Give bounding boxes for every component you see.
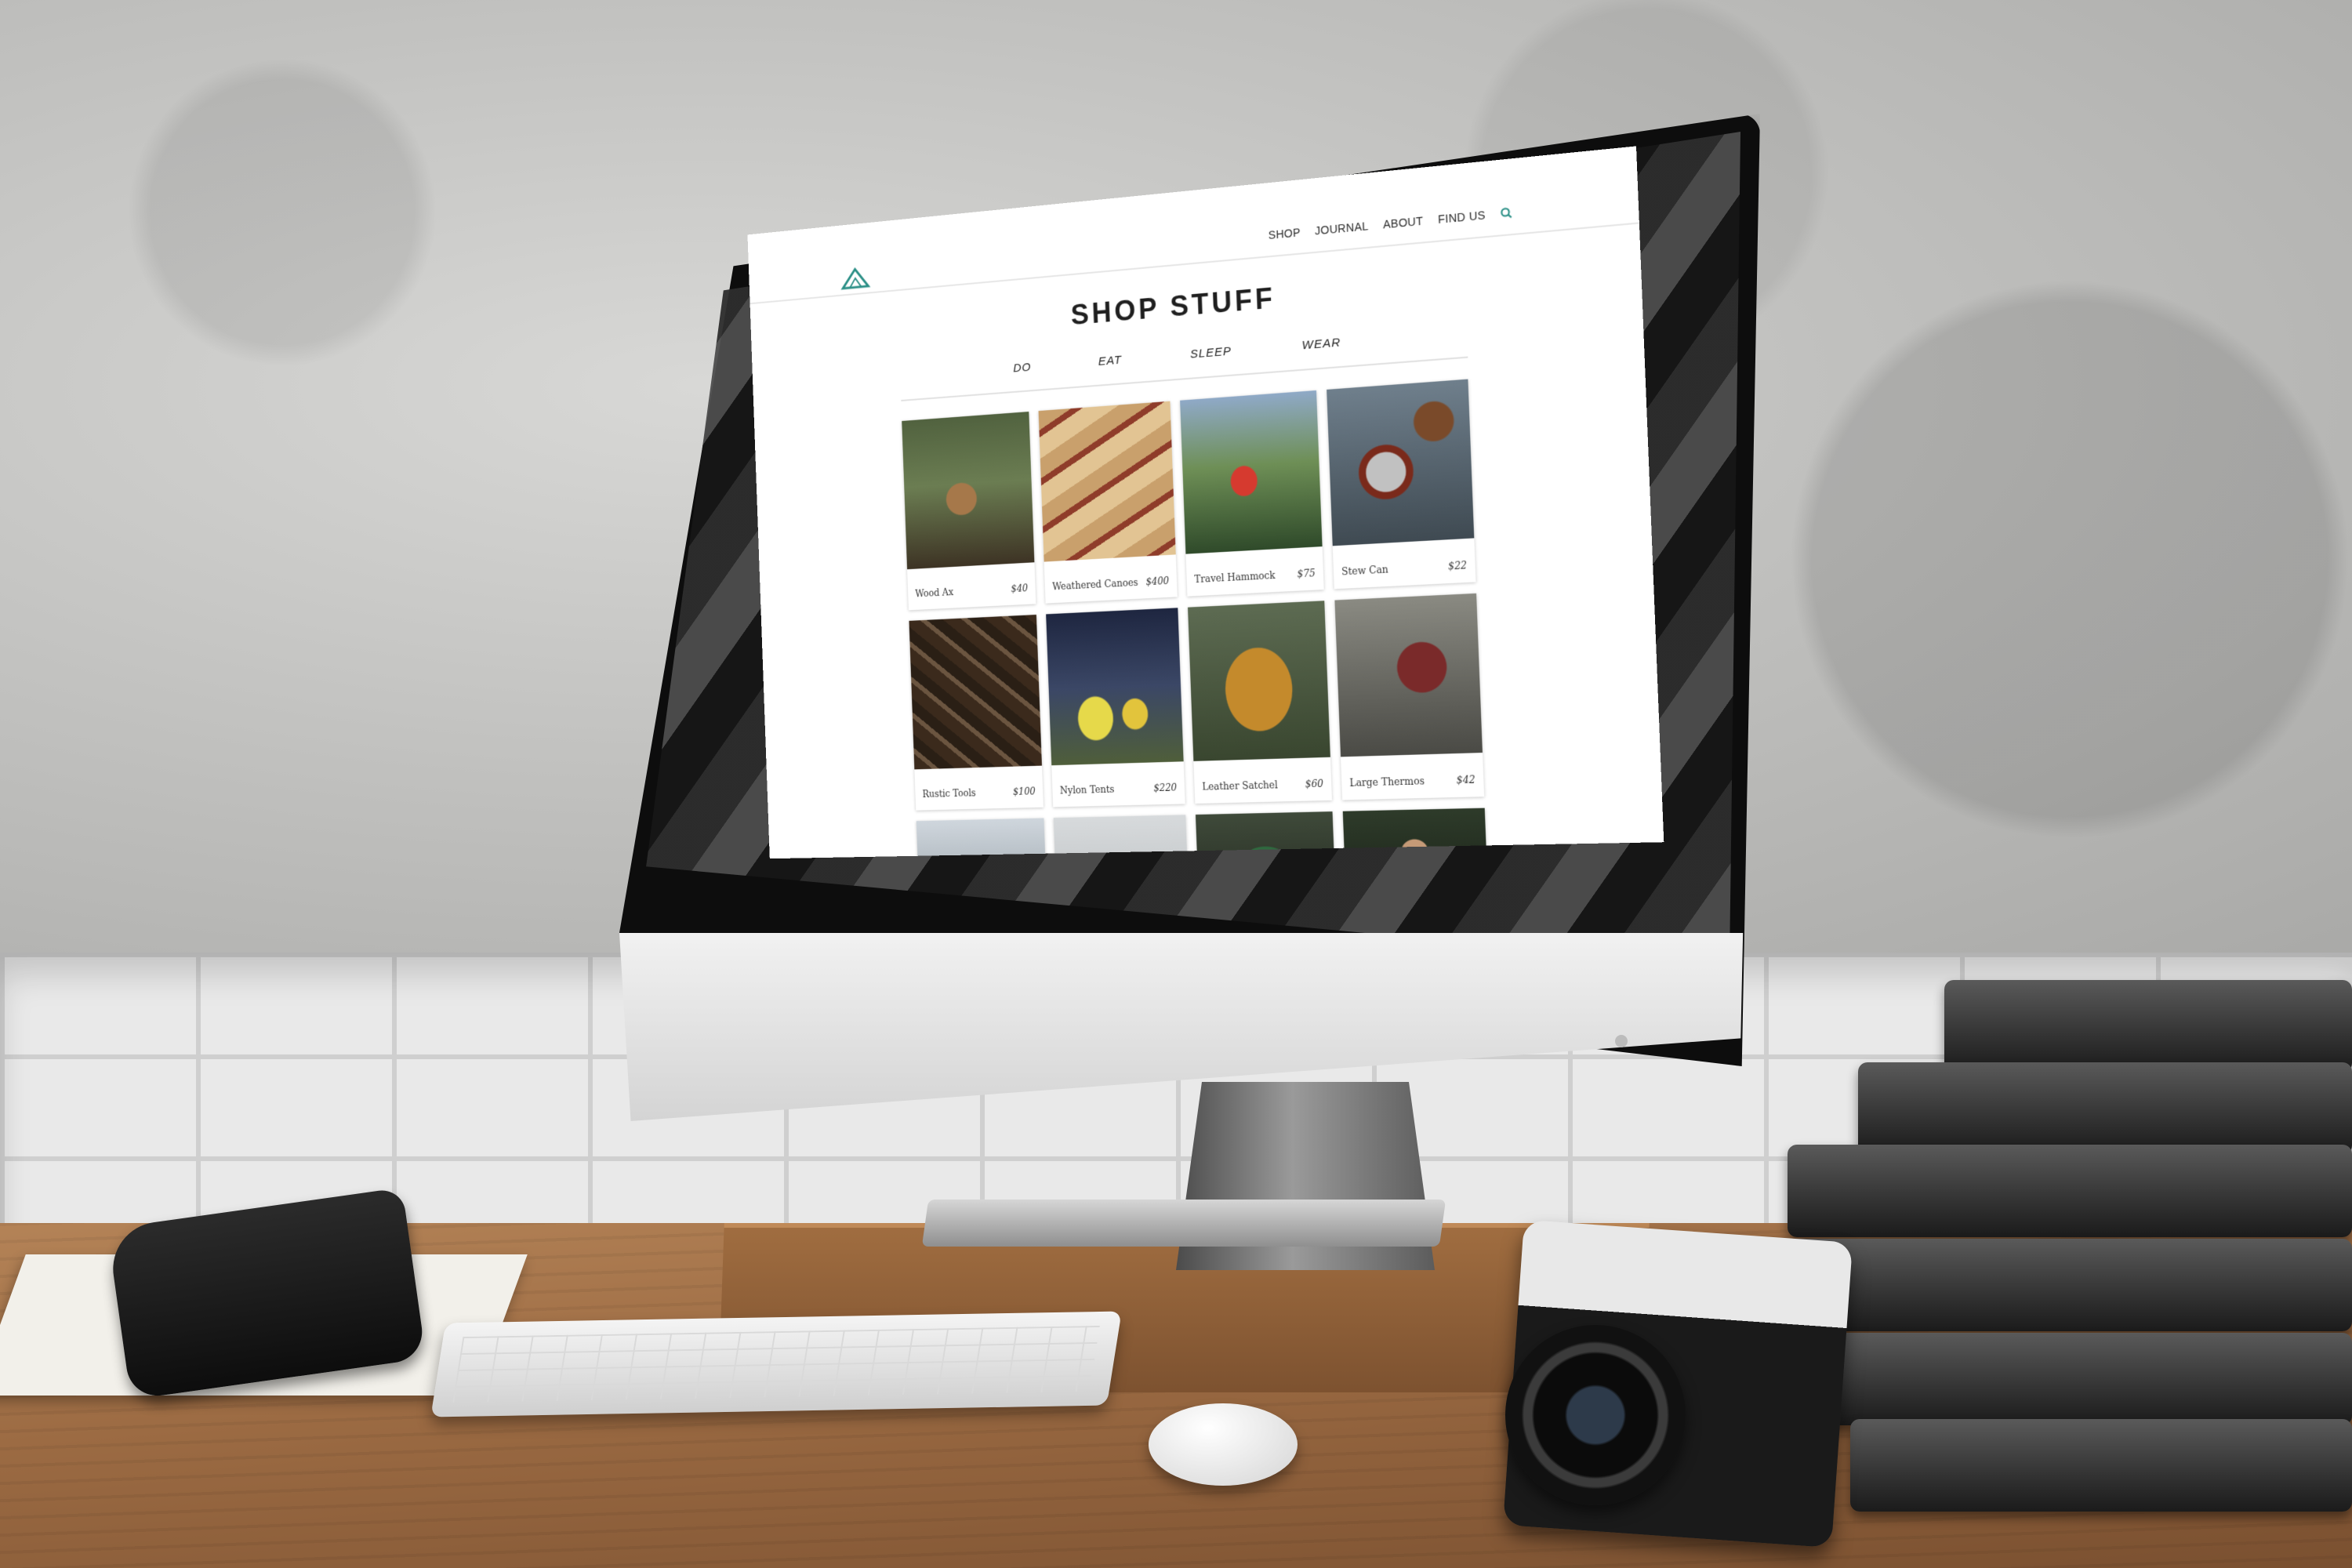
product-name: Large Thermos (1349, 775, 1425, 789)
product-price: $75 (1297, 568, 1316, 580)
product-image (1038, 401, 1176, 562)
tab-sleep[interactable]: SLEEP (1190, 344, 1232, 361)
product-image (1327, 379, 1475, 546)
product-card[interactable]: Leather Satchel $60 (1188, 601, 1332, 804)
product-image (1195, 811, 1337, 859)
book (1850, 1419, 2352, 1512)
product-card[interactable]: Rustic Tools $100 (909, 615, 1044, 811)
product-card[interactable] (1053, 815, 1190, 859)
tent-logo-icon[interactable] (840, 265, 872, 290)
product-name: Leather Satchel (1202, 779, 1278, 793)
product-card[interactable] (1342, 808, 1490, 859)
product-name: Travel Hammock (1194, 569, 1276, 586)
product-name: Nylon Tents (1059, 783, 1115, 797)
product-card[interactable]: Travel Hammock $75 (1180, 390, 1324, 597)
product-price: $22 (1447, 559, 1468, 572)
browser-viewport: SHOP JOURNAL ABOUT FIND US SHOP STUFF DO… (651, 146, 1701, 913)
nav-shop[interactable]: SHOP (1269, 226, 1301, 241)
product-card[interactable] (916, 818, 1048, 859)
product-image (1334, 593, 1483, 757)
product-name: Wood Ax (915, 586, 954, 600)
imac-stand-foot (921, 1200, 1446, 1247)
book (1944, 980, 2352, 1073)
product-card[interactable]: Stew Can $22 (1327, 379, 1476, 590)
shop-page: SHOP JOURNAL ABOUT FIND US SHOP STUFF DO… (747, 146, 1664, 859)
product-price: $400 (1145, 575, 1170, 588)
book (1803, 1333, 2352, 1425)
product-price: $60 (1305, 778, 1324, 790)
product-card[interactable]: Weathered Canoes $400 (1038, 401, 1178, 604)
product-image (909, 615, 1042, 770)
nav-find-us[interactable]: FIND US (1438, 209, 1486, 226)
product-image (902, 412, 1035, 570)
product-card[interactable]: Large Thermos $42 (1334, 593, 1485, 800)
webcam-dot (1615, 1035, 1628, 1047)
tab-do[interactable]: DO (1013, 361, 1032, 375)
product-card[interactable]: Wood Ax $40 (902, 412, 1036, 611)
product-image (916, 818, 1048, 859)
product-card[interactable]: Nylon Tents $220 (1046, 608, 1185, 808)
product-price: $220 (1153, 782, 1178, 794)
product-card[interactable] (1195, 811, 1337, 859)
product-price: $100 (1012, 786, 1036, 797)
search-icon[interactable] (1500, 207, 1512, 220)
mouse[interactable] (1149, 1403, 1298, 1486)
keyboard[interactable] (430, 1311, 1122, 1417)
main-nav: SHOP JOURNAL ABOUT FIND US (1269, 206, 1512, 241)
product-price: $42 (1456, 774, 1476, 786)
website-screen: SHOP JOURNAL ABOUT FIND US SHOP STUFF DO… (747, 146, 1664, 859)
tab-wear[interactable]: WEAR (1301, 336, 1341, 352)
book (1858, 1062, 2352, 1155)
nav-about[interactable]: ABOUT (1383, 214, 1424, 230)
nav-journal[interactable]: JOURNAL (1315, 220, 1369, 238)
product-image (1180, 390, 1323, 554)
product-image (1053, 815, 1190, 859)
product-price: $40 (1011, 583, 1029, 595)
product-name: Weathered Canoes (1052, 576, 1138, 593)
product-name: Stew Can (1341, 564, 1389, 578)
camera-lens (1505, 1325, 1686, 1505)
product-grid: Wood Ax $40 Weathered Canoes $400 Travel… (902, 379, 1490, 859)
product-name: Rustic Tools (922, 787, 976, 800)
product-image (1046, 608, 1184, 766)
product-image (1188, 601, 1330, 761)
book (1788, 1145, 2352, 1237)
product-image (1342, 808, 1490, 859)
tab-eat[interactable]: EAT (1098, 354, 1122, 368)
